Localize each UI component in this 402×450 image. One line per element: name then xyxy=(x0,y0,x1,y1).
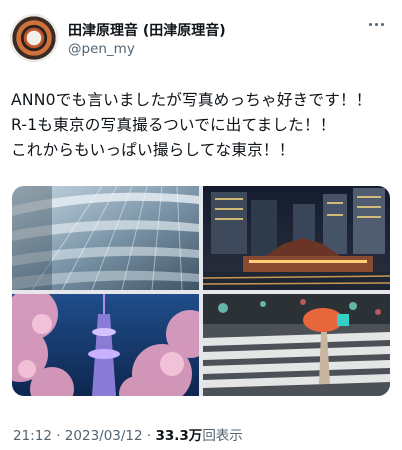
author-handle[interactable]: @pen_my xyxy=(68,41,135,57)
tweet-line: R-1も東京の写真撮るついでに出てました！！ xyxy=(11,116,336,134)
views-count: 33.3万 xyxy=(155,428,203,444)
crosswalk-umbrella-photo[interactable] xyxy=(203,294,390,396)
skytree-cherry-blossom-photo[interactable] xyxy=(12,294,199,396)
views-label: 回表示 xyxy=(202,428,243,444)
tokyo-station-night-photo[interactable] xyxy=(203,186,390,290)
tweet-line: ANN0でも言いましたが写真めっちゃ好きです！！ xyxy=(11,91,372,109)
tweet-header: 田津原理音 (田津原理音) @pen_my xyxy=(10,14,392,64)
meta-separator: · xyxy=(56,428,61,444)
glass-atrium-photo[interactable] xyxy=(12,186,199,290)
more-horizontal-icon[interactable] xyxy=(364,16,388,32)
tweet-line: これからもいっぱい撮らしてな東京！！ xyxy=(11,141,295,159)
tweet-meta: 21:12 · 2023/03/12 · 33.3万回表示 xyxy=(13,424,243,444)
meta-separator: · xyxy=(146,428,152,444)
tweet-text: ANN0でも言いましたが写真めっちゃ好きです！！ R-1も東京の写真撮るついでに… xyxy=(11,88,396,163)
avatar[interactable] xyxy=(10,14,58,62)
tweet-time[interactable]: 21:12 xyxy=(13,428,52,444)
author-display-name[interactable]: 田津原理音 (田津原理音) xyxy=(68,20,226,40)
tweet-date[interactable]: 2023/03/12 xyxy=(65,428,143,444)
media-grid xyxy=(12,186,390,396)
